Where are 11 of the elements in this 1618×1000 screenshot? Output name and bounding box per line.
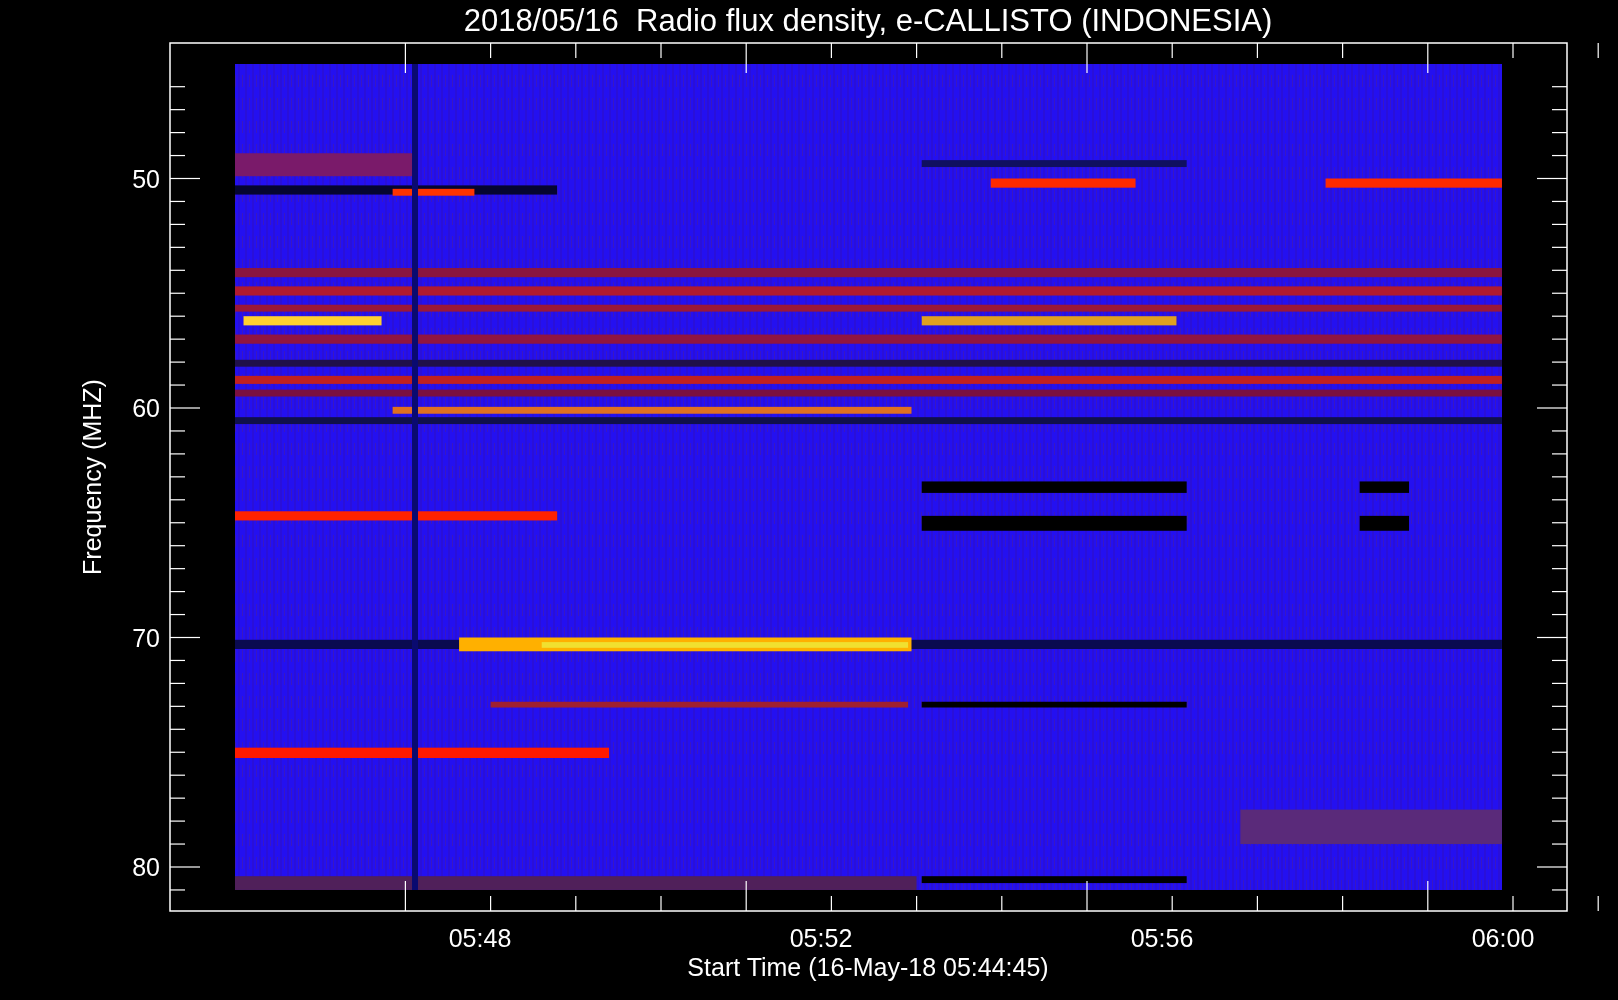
chart-title: 2018/05/16 Radio flux density, e-CALLISTO (INDONESIA)	[463, 3, 1273, 38]
x-tick-label: 05:56	[1130, 924, 1194, 952]
x-axis-label: Start Time (16-May-18 05:44:45)	[687, 953, 1049, 981]
y-tick-label: 80	[132, 853, 160, 881]
x-tick-label: 05:48	[448, 924, 512, 952]
y-tick-label: 60	[132, 394, 160, 422]
x-tick-label: 06:00	[1471, 924, 1535, 952]
y-axis-label: Frequency (MHZ)	[78, 379, 106, 575]
x-tick-label: 05:52	[789, 924, 853, 952]
y-tick-label: 70	[132, 623, 160, 652]
y-tick-label: 50	[132, 164, 160, 193]
